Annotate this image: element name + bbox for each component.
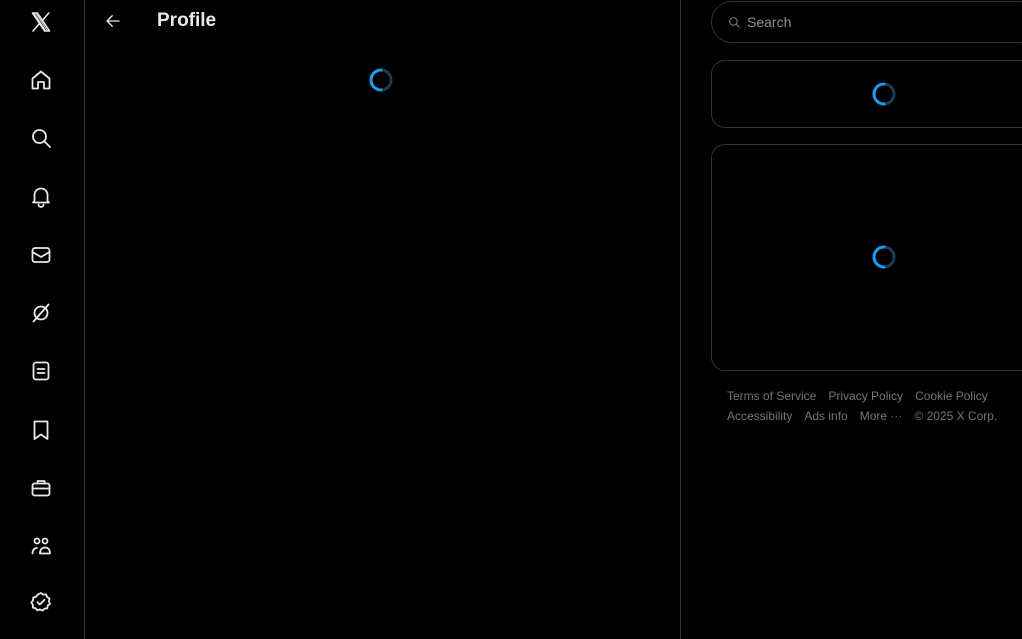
envelope-icon	[31, 247, 51, 263]
nav-explore[interactable]	[19, 116, 63, 160]
search-input[interactable]	[745, 13, 1009, 31]
x-logo-icon	[31, 12, 51, 32]
footer-link-terms[interactable]: Terms of Service	[727, 386, 816, 406]
nav-lists[interactable]	[19, 349, 63, 393]
main-column: Profile	[85, 0, 681, 639]
nav-notifications[interactable]	[19, 174, 63, 218]
loading-spinner	[871, 81, 897, 107]
nav-communities[interactable]	[19, 524, 63, 568]
search-icon	[729, 16, 740, 28]
communities-icon	[31, 537, 51, 555]
bell-icon	[32, 187, 50, 208]
footer-row: Accessibility Ads info More ··· © 2025 X…	[727, 406, 1022, 426]
spinner-icon	[369, 68, 393, 92]
footer-link-more[interactable]: More ···	[860, 406, 903, 426]
list-icon	[32, 361, 50, 381]
verified-icon	[30, 592, 51, 612]
footer-copyright: © 2025 X Corp.	[914, 409, 998, 423]
briefcase-icon	[31, 480, 51, 497]
loading-spinner	[871, 244, 897, 270]
page-title: Profile	[157, 10, 217, 31]
nav-messages[interactable]	[19, 233, 63, 277]
footer-row: Terms of Service Privacy Policy Cookie P…	[727, 386, 1022, 406]
premium-panel	[711, 60, 1022, 128]
trends-panel	[711, 144, 1022, 371]
nav-home[interactable]	[19, 58, 63, 102]
search-box[interactable]	[711, 1, 1022, 43]
grok-icon	[32, 303, 50, 323]
loading-spinner	[368, 67, 394, 93]
left-nav	[0, 0, 85, 639]
app-window: Profile Search Terms of Service Privacy …	[0, 0, 1022, 639]
nav-jobs[interactable]	[19, 466, 63, 510]
search-icon	[32, 129, 51, 148]
footer-link-privacy[interactable]: Privacy Policy	[828, 386, 903, 406]
footer-link-cookie[interactable]: Cookie Policy	[915, 386, 988, 406]
footer-link-ads-info[interactable]: Ads info	[804, 406, 847, 426]
footer-link-accessibility[interactable]: Accessibility	[727, 406, 792, 426]
main-header: Profile	[85, 0, 680, 44]
nav-bookmarks[interactable]	[19, 408, 63, 452]
home-icon	[31, 70, 51, 90]
bookmark-icon	[33, 420, 49, 440]
spinner-icon	[872, 82, 896, 106]
nav-verified[interactable]	[19, 580, 63, 624]
x-logo-link[interactable]	[19, 0, 63, 44]
back-button[interactable]	[99, 7, 127, 35]
footer-links: Terms of Service Privacy Policy Cookie P…	[727, 386, 1022, 426]
nav-grok[interactable]	[19, 291, 63, 335]
arrow-left-icon	[106, 15, 120, 27]
spinner-icon	[872, 245, 896, 269]
